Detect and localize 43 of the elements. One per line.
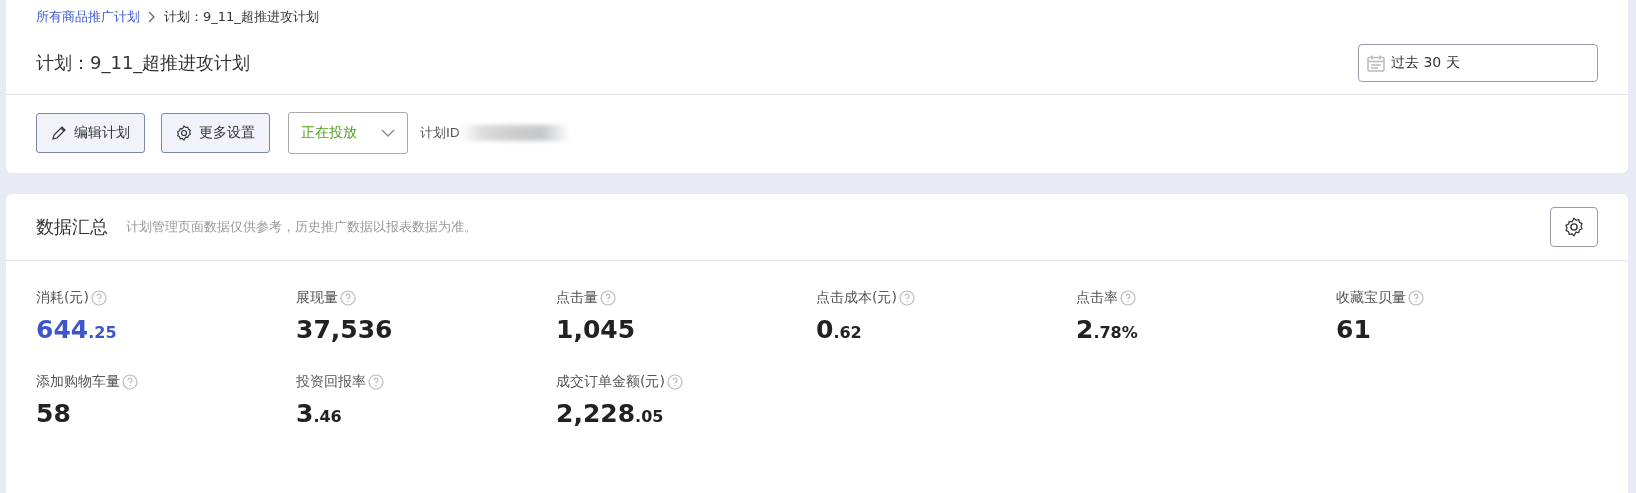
section-note: 计划管理页面数据仅供参考，历史推广数据以报表数据为准。 [126, 218, 478, 236]
help-icon[interactable] [368, 374, 384, 390]
help-icon[interactable] [90, 290, 107, 306]
metric-label: 消耗(元) [36, 289, 89, 307]
metric-label: 收藏宝贝量 [1336, 289, 1406, 307]
help-icon[interactable] [340, 290, 356, 306]
metric-label: 点击量 [556, 289, 598, 307]
metric-value[interactable]: 37,536 [296, 315, 556, 353]
metric-label: 添加购物车量 [36, 373, 120, 391]
chevron-down-icon [381, 129, 395, 137]
help-icon[interactable] [600, 290, 616, 306]
metric-value[interactable]: 3.46 [296, 399, 556, 437]
metric-value[interactable]: 61 [1336, 315, 1596, 353]
pencil-icon [51, 125, 67, 141]
plan-title: 计划：9_11_超推进攻计划 [36, 51, 251, 75]
help-icon[interactable] [666, 374, 683, 390]
chevron-right-icon [148, 11, 156, 23]
help-icon[interactable] [1120, 290, 1136, 306]
plan-id-label: 计划ID [420, 124, 460, 142]
help-icon[interactable] [1408, 290, 1424, 306]
gear-icon [176, 125, 192, 141]
more-settings-button[interactable]: 更多设置 [161, 113, 270, 153]
metric-label: 成交订单金额(元) [556, 373, 665, 391]
breadcrumb-current: 计划：9_11_超推进攻计划 [164, 8, 319, 26]
calendar-icon [1367, 54, 1385, 72]
metric-label: 展现量 [296, 289, 338, 307]
metric-label: 投资回报率 [296, 373, 366, 391]
metric-value[interactable]: 58 [36, 399, 296, 437]
edit-plan-button[interactable]: 编辑计划 [36, 113, 145, 153]
breadcrumb-link[interactable]: 所有商品推广计划 [36, 8, 140, 26]
section-title: 数据汇总 [36, 215, 108, 239]
settings-icon [1564, 217, 1584, 237]
metric-value[interactable]: 644.25 [36, 315, 296, 353]
metric-value[interactable]: 2.78% [1076, 315, 1336, 353]
help-icon[interactable] [122, 374, 138, 390]
metric-label: 点击成本(元) [816, 289, 897, 307]
help-icon[interactable] [898, 290, 915, 306]
metric-label: 点击率 [1076, 289, 1118, 307]
metric-value[interactable]: 2,228.05 [556, 399, 816, 437]
settings-button[interactable] [1550, 207, 1598, 247]
metric-value[interactable]: 0.62 [816, 315, 1076, 353]
date-range-picker[interactable]: 过去 30 天 [1358, 44, 1598, 82]
metric-value[interactable]: 1,045 [556, 315, 816, 353]
